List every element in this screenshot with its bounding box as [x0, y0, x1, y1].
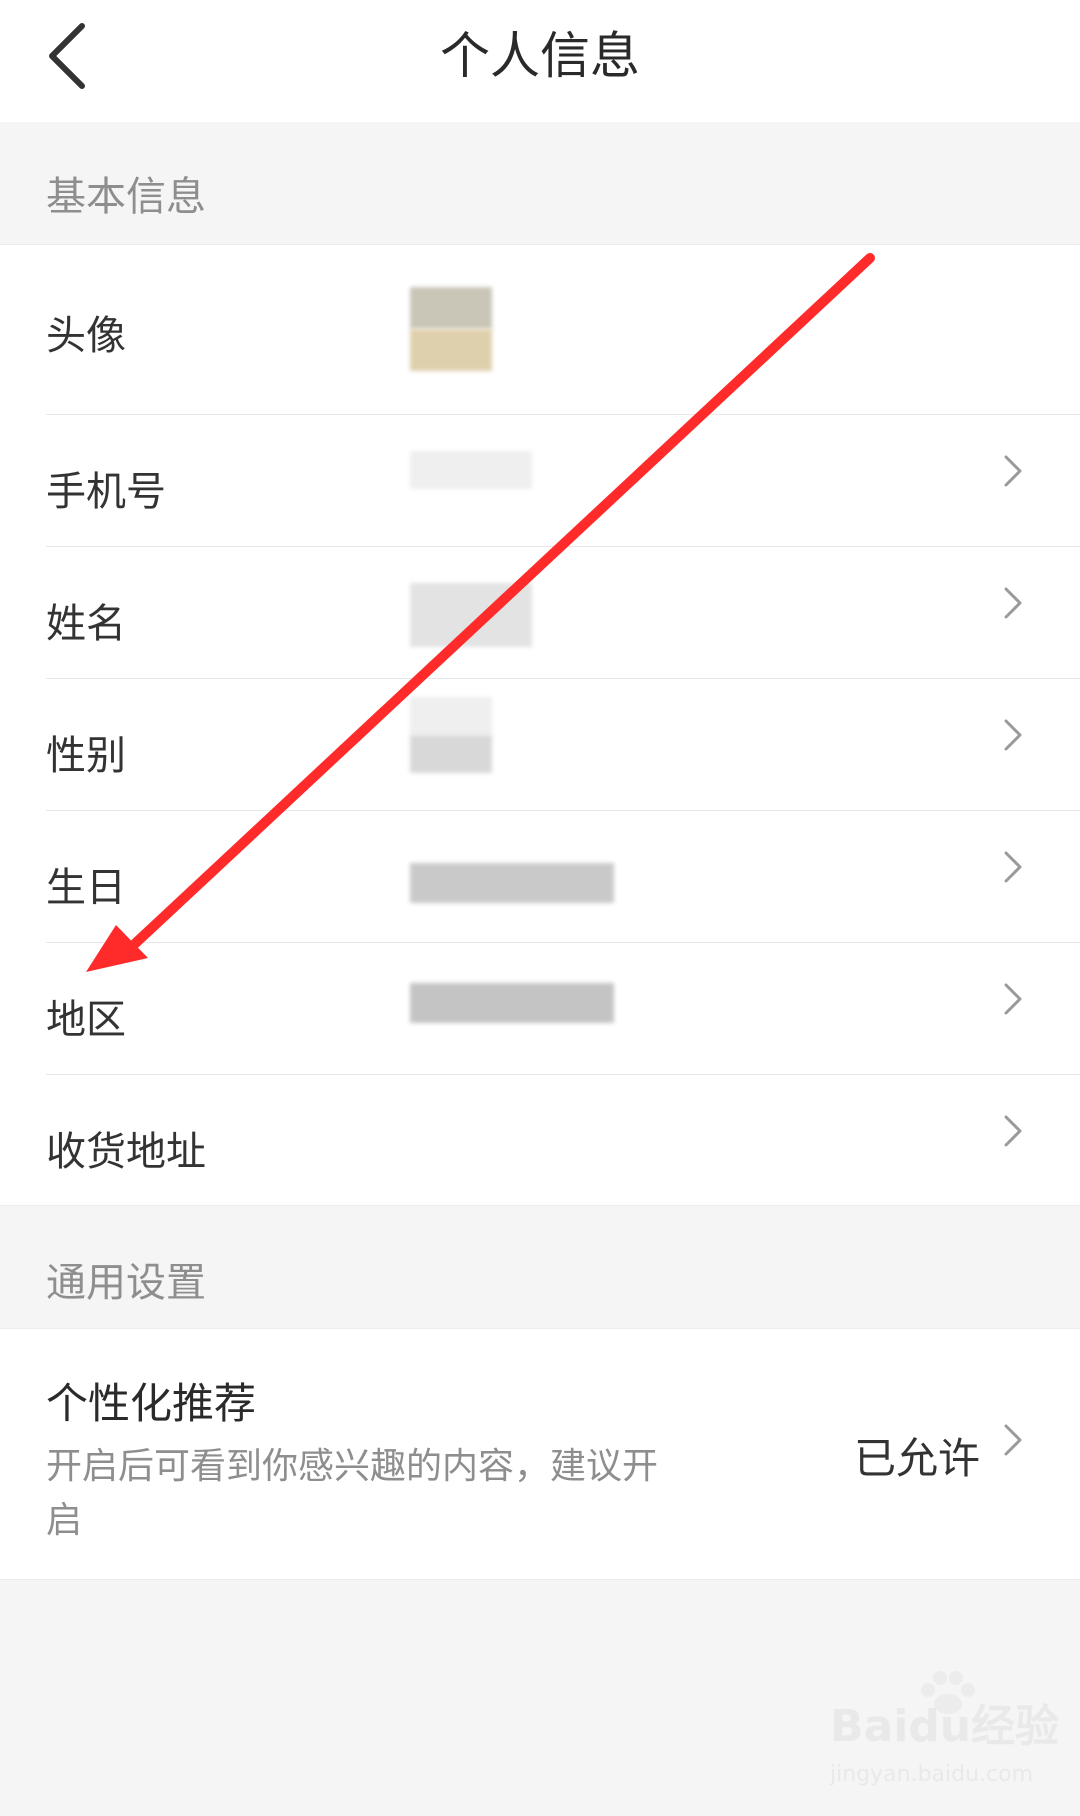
region-label: 地区 [46, 997, 126, 1043]
watermark-logo: Baidu经验 jingyan.baidu.com [820, 1671, 1060, 1800]
chevron-right-icon [1004, 719, 1022, 751]
gender-row[interactable]: 性别 [0, 679, 1080, 811]
basic-info-group: 头像 手机号 姓名 性别 生日 地区 收货地址 [0, 244, 1080, 1206]
phone-row[interactable]: 手机号 [0, 415, 1080, 547]
watermark-url: jingyan.baidu.com [830, 1762, 1034, 1787]
section-title: 基本信息 [46, 174, 206, 220]
address-row[interactable]: 收货地址 [0, 1075, 1080, 1205]
region-row[interactable]: 地区 [0, 943, 1080, 1075]
chevron-right-icon [1004, 1115, 1022, 1147]
recommend-title: 个性化推荐 [46, 1379, 257, 1428]
name-value-redacted [410, 583, 532, 647]
region-value-redacted [410, 983, 614, 1023]
section-header-general: 通用设置 [0, 1206, 1080, 1328]
address-label: 收货地址 [46, 1129, 206, 1175]
birthday-row[interactable]: 生日 [0, 811, 1080, 943]
gender-value-redacted [410, 735, 492, 773]
chevron-right-icon [1004, 851, 1022, 883]
chevron-right-icon [1004, 983, 1022, 1015]
avatar-row[interactable]: 头像 [0, 245, 1080, 415]
watermark-brand: Baidu经验 [830, 1671, 1059, 1754]
name-row[interactable]: 姓名 [0, 547, 1080, 679]
phone-value-redacted [410, 451, 532, 489]
paw-icon [921, 1671, 975, 1714]
phone-label: 手机号 [46, 469, 166, 515]
avatar-image [410, 329, 492, 371]
avatar-label: 头像 [46, 313, 126, 359]
recommend-description: 开启后可看到你感兴趣的内容，建议开启 [46, 1446, 659, 1541]
section-header-basic: 基本信息 [0, 122, 1080, 244]
recommend-status: 已允许 [853, 1434, 980, 1483]
name-label: 姓名 [46, 601, 126, 647]
birthday-value-redacted [410, 863, 614, 903]
page-title: 个人信息 [440, 27, 640, 85]
avatar[interactable] [410, 287, 492, 329]
section-title: 通用设置 [46, 1260, 206, 1306]
gender-label: 性别 [46, 733, 126, 779]
top-bar: 个人信息 [0, 0, 1080, 122]
gender-value-redacted [410, 697, 492, 735]
chevron-right-icon [1004, 455, 1022, 487]
birthday-label: 生日 [46, 865, 126, 911]
chevron-right-icon [1004, 1424, 1022, 1456]
chevron-right-icon [1004, 587, 1022, 619]
